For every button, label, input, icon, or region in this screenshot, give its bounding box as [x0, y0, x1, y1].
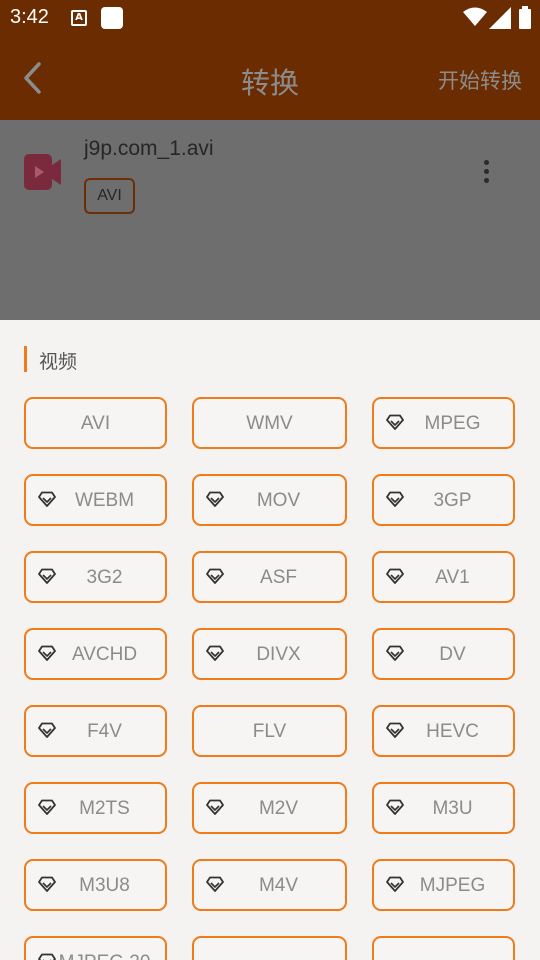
format-option-label: HEVC — [426, 721, 479, 742]
format-option-label: M4V — [258, 875, 299, 896]
status-time: 3:42 — [10, 6, 49, 28]
format-option[interactable]: AV1 — [372, 551, 515, 603]
video-file-icon — [24, 154, 61, 190]
format-option[interactable]: WMV — [192, 397, 347, 449]
format-option-label: AVCHD — [71, 644, 138, 665]
format-option[interactable]: 3GP — [372, 474, 515, 526]
start-convert-button[interactable]: 开始转换 — [438, 65, 522, 95]
battery-icon — [519, 6, 531, 29]
format-option-label: FLV — [252, 721, 287, 742]
format-option-label: 3GP — [433, 490, 472, 511]
format-option-label: DV — [439, 644, 466, 665]
notification-app-icon — [101, 7, 123, 29]
wifi-icon — [463, 7, 487, 26]
format-option-label: MOV — [256, 490, 301, 511]
format-option-label: M2TS — [79, 798, 130, 819]
format-option[interactable]: AVI — [24, 397, 167, 449]
format-option[interactable]: ASF — [192, 551, 347, 603]
format-option-label: M3U — [432, 798, 473, 819]
format-option-label: M2V — [258, 798, 299, 819]
notification-a-icon: A — [71, 10, 87, 26]
format-option[interactable]: F4V — [24, 705, 167, 757]
format-option[interactable]: M4V — [192, 859, 347, 911]
format-option[interactable] — [192, 936, 347, 960]
format-picker-sheet: 视频 AVI WMV MPEG WEBM MOV 3GP 3G2 ASF AV1 AVCHD DIV… — [0, 320, 540, 960]
format-option-label: DIVX — [256, 644, 301, 665]
format-option[interactable]: WEBM — [24, 474, 167, 526]
format-option[interactable]: MJPEG — [372, 859, 515, 911]
file-name: j9p.com_1.avi — [84, 137, 214, 160]
format-option-label: F4V — [87, 721, 122, 742]
format-option[interactable] — [372, 936, 515, 960]
section-accent-bar — [24, 346, 27, 372]
format-option[interactable]: M3U — [372, 782, 515, 834]
status-bar: 3:42 A — [0, 0, 540, 38]
format-option[interactable]: MJPEG 20 — [24, 936, 167, 960]
file-list: j9p.com_1.avi AVI — [0, 120, 540, 320]
format-option-label: ASF — [260, 567, 297, 588]
format-option[interactable]: DV — [372, 628, 515, 680]
format-option-label: MPEG — [424, 413, 481, 434]
format-option[interactable]: HEVC — [372, 705, 515, 757]
format-option-label: M3U8 — [79, 875, 130, 896]
format-option-label: 3G2 — [86, 567, 123, 588]
format-option[interactable]: DIVX — [192, 628, 347, 680]
section-title-video: 视频 — [39, 351, 78, 373]
format-option[interactable]: FLV — [192, 705, 347, 757]
format-option-label: AV1 — [435, 567, 470, 588]
signal-icon — [489, 7, 511, 29]
format-option[interactable]: AVCHD — [24, 628, 167, 680]
format-option-label: MJPEG — [419, 875, 486, 896]
back-arrow-icon[interactable] — [20, 60, 50, 96]
format-option[interactable]: MOV — [192, 474, 347, 526]
format-option[interactable]: M2V — [192, 782, 347, 834]
more-options-icon[interactable] — [474, 158, 498, 186]
format-option[interactable]: M3U8 — [24, 859, 167, 911]
file-format-badge: AVI — [84, 178, 135, 214]
format-option-label: MJPEG 20 — [26, 952, 165, 960]
format-option[interactable]: 3G2 — [24, 551, 167, 603]
format-option[interactable]: M2TS — [24, 782, 167, 834]
app-bar: 转换 开始转换 — [0, 38, 540, 120]
format-option-label: WEBM — [74, 490, 135, 511]
format-option[interactable]: MPEG — [372, 397, 515, 449]
format-option-label: AVI — [80, 413, 111, 434]
format-option-label: WMV — [246, 413, 293, 434]
